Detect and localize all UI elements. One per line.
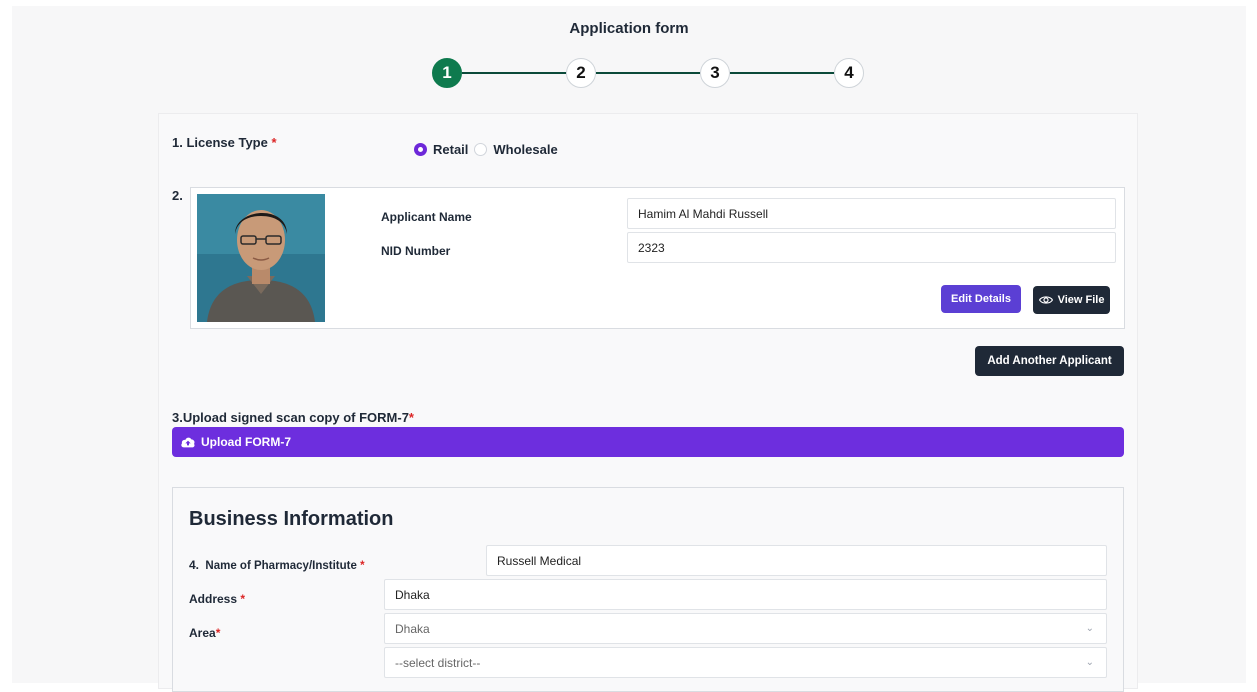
page-title: Application form [569,20,689,37]
form-card: 1. License Type * Retail Wholesale 2. Ap… [158,113,1138,692]
radio-wholesale-label[interactable]: Wholesale [493,142,557,157]
nid-number-label: NID Number [381,244,451,258]
person-portrait-icon [197,194,325,322]
step-3[interactable]: 3 [700,58,730,88]
section-title: Business Information [189,508,394,530]
upload-form7-button-label: Upload FORM-7 [201,435,291,449]
step-connector [462,72,566,74]
address-label: Address * [189,592,246,606]
applicant-name-label: Applicant Name [381,210,472,224]
step-2[interactable]: 2 [566,58,596,88]
license-type-label: 1. License Type * [172,135,277,150]
radio-retail[interactable] [414,143,427,156]
stepper: 1 2 3 4 [432,58,864,88]
applicant-card: Applicant Name Hamim Al Mahdi Russell NI… [190,187,1125,329]
upload-form7-label: 3.Upload signed scan copy of FORM-7* [172,410,414,425]
add-another-applicant-button[interactable]: Add Another Applicant [975,346,1124,376]
required-mark: * [240,592,246,606]
business-information-section: Business Information 4. Name of Pharmacy… [172,487,1124,692]
applicant-index: 2. [172,188,183,203]
eye-icon [1038,296,1053,304]
required-mark: * [215,626,221,640]
required-mark: * [408,410,414,425]
step-1[interactable]: 1 [432,58,462,88]
chevron-down-icon: ⌄ [1085,657,1094,668]
nid-number-field[interactable]: 2323 [627,232,1116,263]
license-type-radio-group: Retail Wholesale [414,142,564,157]
step-4[interactable]: 4 [834,58,864,88]
applicant-name-field[interactable]: Hamim Al Mahdi Russell [627,198,1116,229]
step-connector [596,72,700,74]
required-mark: * [271,135,277,150]
radio-retail-label[interactable]: Retail [433,142,468,157]
area-label: Area* [189,626,221,640]
area-select[interactable]: Dhaka ⌄ [384,613,1107,644]
edit-details-button[interactable]: Edit Details [941,285,1021,313]
radio-wholesale[interactable] [474,143,488,156]
address-field[interactable]: Dhaka [384,579,1107,610]
area-select-value: Dhaka [395,622,430,636]
cloud-upload-icon [181,437,195,448]
application-page: Application form 1 2 3 4 1. License Type… [12,6,1246,692]
district-select-placeholder: --select district-- [395,656,481,670]
chevron-down-icon: ⌄ [1085,623,1094,634]
view-file-button[interactable]: View File [1033,286,1110,314]
view-file-label: View File [1057,294,1105,306]
district-select[interactable]: --select district-- ⌄ [384,647,1107,678]
pharmacy-name-label: 4. Name of Pharmacy/Institute * [189,558,365,572]
pharmacy-name-field[interactable]: Russell Medical [486,545,1107,576]
step-connector [730,72,834,74]
upload-form7-button[interactable]: Upload FORM-7 [172,427,1124,457]
applicant-photo [197,194,325,322]
required-mark: * [360,560,365,572]
